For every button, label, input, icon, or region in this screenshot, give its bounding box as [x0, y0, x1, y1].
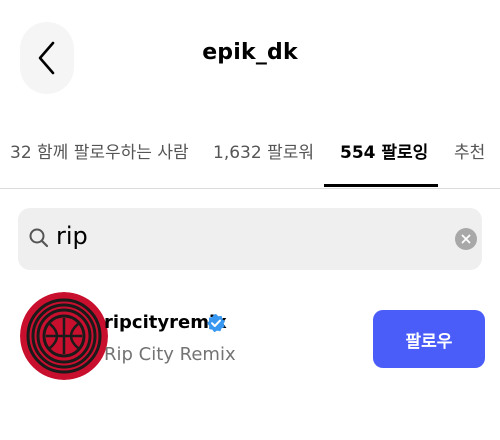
follow-button[interactable]: 팔로우 [373, 310, 485, 368]
tab-bar: 32 함께 팔로우하는 사람 1,632 팔로워 554 팔로잉 추천 [0, 132, 500, 188]
clear-search-button[interactable] [455, 228, 477, 250]
search-icon [29, 228, 49, 248]
tab-mutual-followers[interactable]: 32 함께 팔로우하는 사람 [10, 138, 189, 163]
page-title: epik_dk [202, 40, 298, 65]
list-item[interactable]: ripcityremix Rip City Remix 팔로우 [0, 290, 500, 390]
avatar[interactable] [20, 292, 108, 380]
following-screen: epik_dk 32 함께 팔로우하는 사람 1,632 팔로워 554 팔로잉… [0, 0, 500, 440]
verified-badge-icon [207, 314, 225, 333]
tab-suggested[interactable]: 추천 [454, 138, 485, 163]
result-full-name: Rip City Remix [104, 344, 236, 365]
tab-following[interactable]: 554 팔로잉 [340, 138, 428, 163]
divider [0, 188, 500, 189]
clear-icon [461, 234, 471, 244]
active-tab-indicator [324, 184, 438, 187]
search-input[interactable]: rip [18, 208, 482, 270]
search-query: rip [56, 222, 88, 250]
tab-followers[interactable]: 1,632 팔로워 [213, 138, 314, 163]
ripcity-logo-icon [20, 292, 108, 380]
